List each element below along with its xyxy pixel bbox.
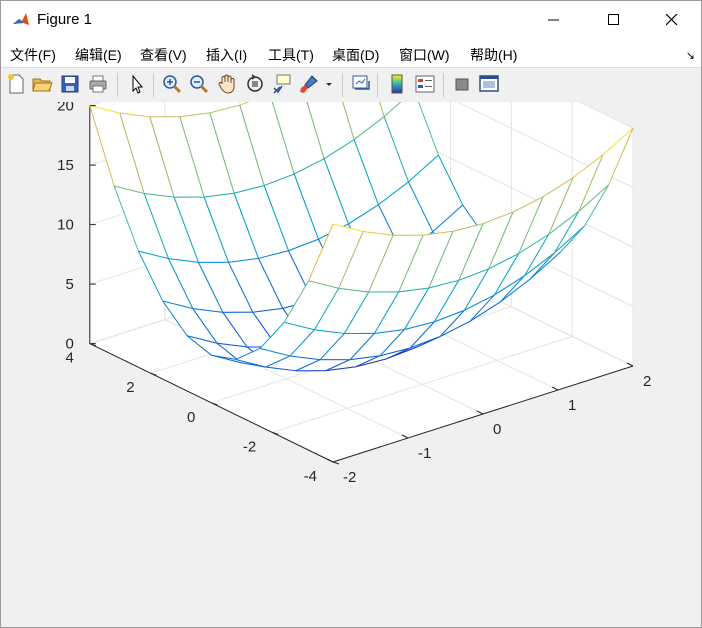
toolbar-separator [342,73,343,97]
maximize-button[interactable] [591,1,637,39]
z-tick-label: 5 [65,276,73,293]
new-figure-icon[interactable] [5,73,27,95]
x-tick-label: 2 [643,373,651,390]
menu-tools[interactable]: 工具(T) [268,45,314,65]
z-tick-label: 10 [57,217,74,234]
link-plot-icon[interactable] [350,73,372,95]
menu-view[interactable]: 查看(V) [140,45,187,65]
toolbar-separator [153,73,154,97]
pan-hand-icon[interactable] [216,73,238,95]
menu-bar: 文件(F) 编辑(E) 查看(V) 插入(I) 工具(T) 桌面(D) 窗口(W… [1,39,701,67]
pointer-icon[interactable] [126,73,148,95]
save-icon[interactable] [59,73,81,95]
hide-plot-tools-icon[interactable] [451,73,473,95]
y-tick-label: 4 [65,350,73,367]
legend-icon[interactable] [414,73,436,95]
x-tick-label: 0 [493,421,501,438]
menu-insert[interactable]: 插入(I) [206,45,247,65]
x-tick-label: -1 [418,445,431,462]
brush-icon[interactable] [298,73,320,95]
z-tick-label: 15 [57,157,74,174]
open-file-icon[interactable] [31,73,53,95]
y-tick-mark [332,461,340,465]
y-tick-label: 0 [187,409,195,426]
colorbar-icon[interactable] [386,73,408,95]
z-tick-label: 20 [57,102,74,115]
dock-arrow-icon[interactable]: ↘ [686,49,695,62]
y-tick-label: -2 [243,438,256,455]
toolbar-separator [117,73,118,97]
maximize-icon [608,14,619,25]
surface-plot[interactable]: 05101520-4-2024-2-1012 [1,102,701,627]
close-button[interactable] [649,1,695,39]
title-bar: Figure 1 [1,1,701,39]
rotate-3d-icon[interactable] [244,73,266,95]
zoom-in-icon[interactable] [161,73,183,95]
matlab-logo-icon [11,10,31,30]
x-tick-label: -2 [343,469,356,486]
menu-help[interactable]: 帮助(H) [470,45,517,65]
close-icon [666,14,678,26]
y-tick-label: -4 [304,468,317,485]
figure-canvas: 0 5 10 15 20 -4 -2 0 2 4 -2 -1 0 1 2 [1,102,701,627]
brush-dropdown-icon[interactable] [323,73,335,95]
minimize-button[interactable] [531,1,577,39]
print-icon[interactable] [87,73,109,95]
zoom-out-icon[interactable] [188,73,210,95]
figure-window: Figure 1 文件(F) 编辑(E) 查看(V) 插入(I) 工具(T) 桌… [0,0,702,628]
menu-window[interactable]: 窗口(W) [399,45,450,65]
window-title: Figure 1 [37,11,93,28]
menu-desktop[interactable]: 桌面(D) [332,45,379,65]
data-cursor-icon[interactable] [271,73,293,95]
figure-toolbar [1,67,701,103]
toolbar-separator [377,73,378,97]
toolbar-separator [443,73,444,97]
menu-edit[interactable]: 编辑(E) [75,45,122,65]
minimize-icon [548,19,559,21]
x-tick-label: 1 [568,397,576,414]
y-tick-label: 2 [126,379,134,396]
menu-file[interactable]: 文件(F) [10,45,56,65]
show-plot-tools-icon[interactable] [478,73,500,95]
